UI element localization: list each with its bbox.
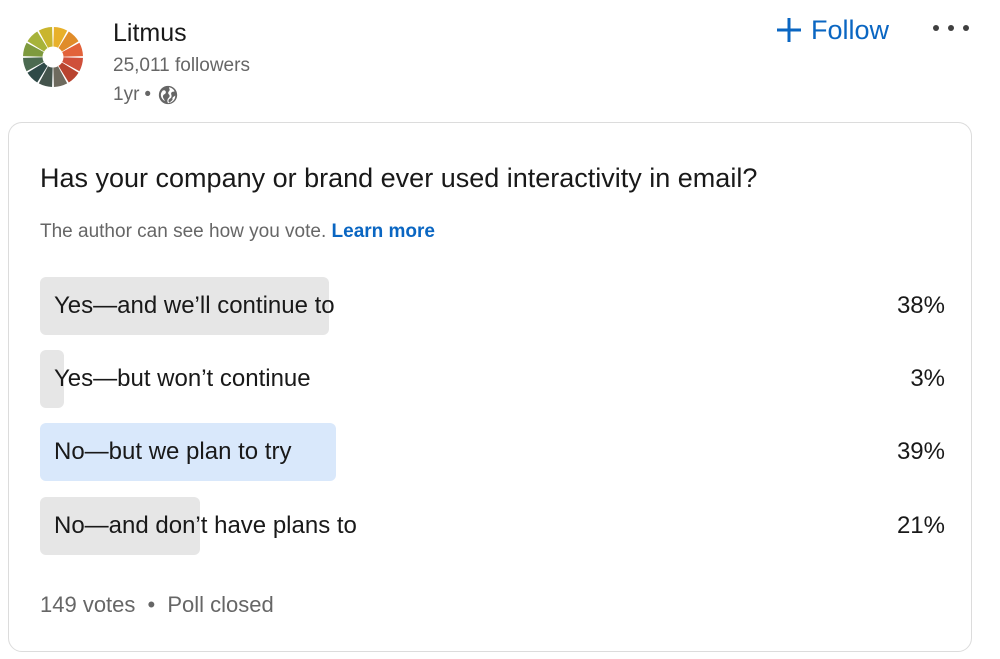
- post-meta: 1yr •: [113, 84, 179, 106]
- learn-more-link[interactable]: Learn more: [332, 221, 435, 242]
- post-age: 1yr: [113, 84, 140, 105]
- litmus-logo[interactable]: [22, 26, 84, 88]
- poll-option-percent: 38%: [896, 292, 945, 319]
- poll-note: The author can see how you vote. Learn m…: [40, 221, 435, 243]
- poll-privacy-note: The author can see how you vote.: [40, 221, 327, 242]
- follow-button[interactable]: Follow: [776, 12, 889, 48]
- poll-option-3: No—but we plan to try 39%: [40, 423, 945, 481]
- poll-status: Poll closed: [167, 592, 274, 617]
- post-header: Litmus 25,011 followers 1yr • Follow: [0, 0, 1000, 120]
- poll-option-percent: 21%: [896, 512, 945, 539]
- globe-icon: [158, 85, 178, 105]
- poll-option-label: Yes—but won’t continue: [54, 365, 311, 392]
- follower-count: 25,011 followers: [113, 55, 250, 76]
- company-name[interactable]: Litmus: [113, 18, 187, 48]
- plus-icon: [777, 18, 801, 42]
- vote-count[interactable]: 149 votes: [40, 592, 135, 617]
- poll-card: Has your company or brand ever used inte…: [8, 122, 972, 652]
- meta-separator: •: [144, 84, 152, 105]
- more-horizontal-icon[interactable]: [930, 18, 972, 38]
- poll-option-label: Yes—and we’ll continue to: [54, 292, 335, 319]
- poll-option-label: No—but we plan to try: [54, 438, 292, 465]
- poll-option-2: Yes—but won’t continue 3%: [40, 350, 945, 408]
- poll-option-percent: 39%: [896, 438, 945, 465]
- footer-separator: •: [147, 592, 156, 617]
- follow-label: Follow: [811, 14, 890, 45]
- poll-footer: 149 votes • Poll closed: [40, 591, 274, 619]
- poll-option-4: No—and don’t have plans to 21%: [40, 497, 945, 555]
- poll-option-label: No—and don’t have plans to: [54, 512, 357, 539]
- poll-question: Has your company or brand ever used inte…: [40, 163, 758, 193]
- poll-option-1: Yes—and we’ll continue to 38%: [40, 277, 945, 335]
- poll-option-percent: 3%: [910, 365, 945, 392]
